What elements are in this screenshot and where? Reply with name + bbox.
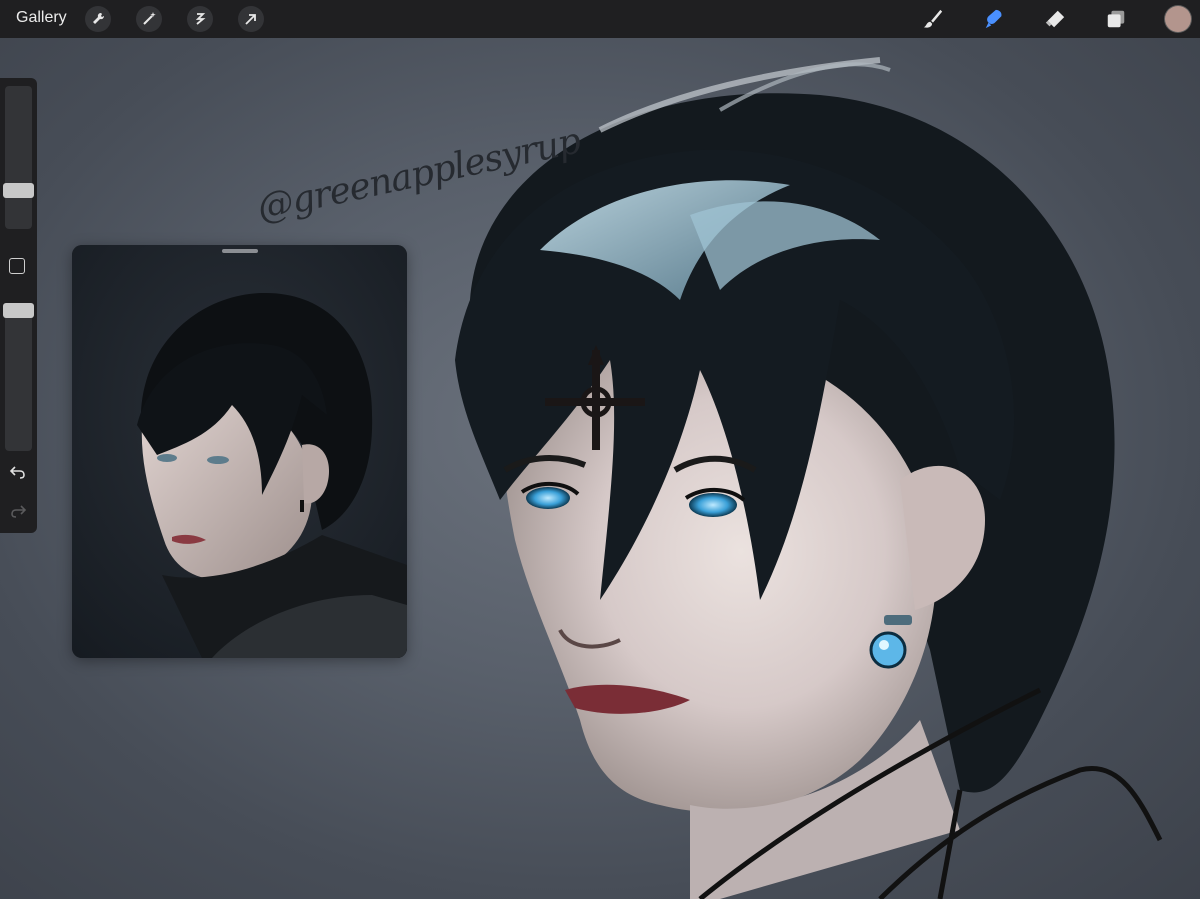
brush-icon bbox=[923, 9, 943, 28]
erase-button[interactable] bbox=[1043, 7, 1067, 31]
right-eye bbox=[689, 493, 737, 517]
magic-wand-icon bbox=[143, 12, 156, 25]
selection-icon bbox=[195, 13, 206, 25]
reference-drag-handle[interactable] bbox=[222, 249, 258, 253]
brush-size-slider[interactable] bbox=[5, 86, 32, 229]
smudge-button[interactable] bbox=[982, 7, 1006, 31]
paint-button[interactable] bbox=[921, 7, 945, 31]
redo-icon[interactable] bbox=[9, 502, 27, 520]
undo-icon[interactable] bbox=[9, 463, 27, 481]
wrench-icon bbox=[93, 12, 105, 24]
reference-photo bbox=[72, 245, 407, 658]
left-eye bbox=[526, 487, 570, 509]
layers-button[interactable] bbox=[1104, 7, 1128, 31]
color-picker-button[interactable] bbox=[1165, 6, 1191, 32]
eraser-icon bbox=[1045, 10, 1065, 28]
gallery-button[interactable]: Gallery bbox=[16, 9, 67, 27]
transform-arrow-icon bbox=[245, 14, 256, 25]
top-toolbar: Gallery bbox=[0, 0, 1200, 38]
opacity-thumb[interactable] bbox=[3, 303, 34, 318]
modify-square-icon[interactable] bbox=[9, 258, 25, 274]
left-sidebar bbox=[0, 78, 37, 533]
opacity-slider[interactable] bbox=[5, 303, 32, 451]
smudge-icon bbox=[985, 9, 1002, 29]
actions-button[interactable] bbox=[85, 6, 111, 32]
reference-window[interactable] bbox=[72, 245, 407, 658]
transform-button[interactable] bbox=[238, 6, 264, 32]
layers-icon bbox=[1107, 10, 1125, 28]
adjustments-button[interactable] bbox=[136, 6, 162, 32]
brush-size-thumb[interactable] bbox=[3, 183, 34, 198]
selection-button[interactable] bbox=[187, 6, 213, 32]
